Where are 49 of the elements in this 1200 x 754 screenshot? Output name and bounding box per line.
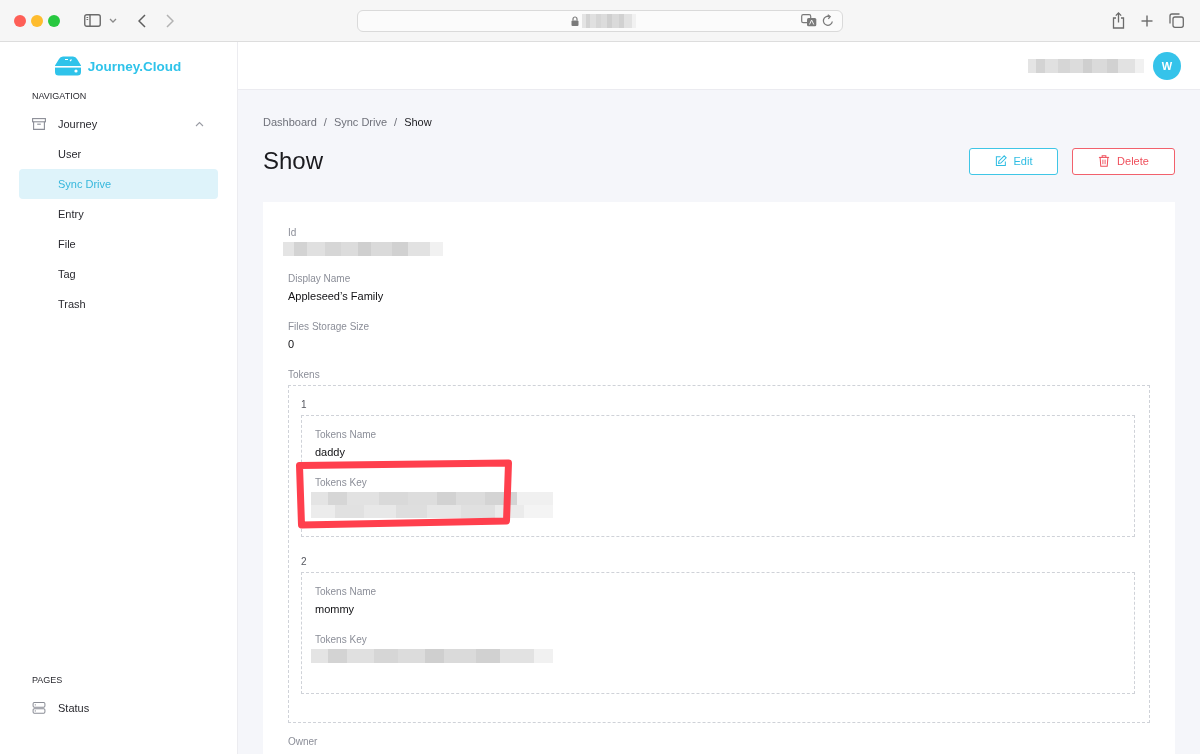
breadcrumb-link[interactable]: Sync Drive (333, 115, 388, 129)
reload-icon[interactable] (822, 14, 834, 27)
nav-subitem[interactable]: Entry (19, 199, 218, 229)
window-zoom-button[interactable] (48, 14, 60, 27)
field-label: Id (288, 226, 298, 240)
logo-text: Journey.Cloud (87, 58, 182, 74)
field-label: Files Storage Size (288, 320, 371, 334)
new-tab-icon[interactable] (1141, 14, 1153, 27)
breadcrumb-separator: / (323, 115, 327, 129)
breadcrumb-separator: / (394, 115, 398, 129)
tab-overview-icon[interactable] (1169, 13, 1184, 28)
field-value: daddy (315, 445, 346, 460)
sidebar-toggle-icon[interactable] (84, 14, 101, 27)
nav-subitem[interactable]: Tag (19, 259, 218, 289)
page-title: Show (263, 147, 324, 175)
nav-subitem[interactable]: File (19, 229, 218, 259)
nav-subitem[interactable]: User (19, 139, 218, 169)
back-icon[interactable] (138, 13, 146, 28)
field-value: mommy (315, 602, 356, 617)
nav-subitem[interactable]: Trash (19, 289, 218, 319)
window-close-button[interactable] (14, 14, 26, 27)
token-index: 2 (301, 555, 308, 569)
delete-button[interactable]: Delete (1072, 147, 1175, 175)
field-label: Tokens (288, 368, 321, 382)
section-heading: PAGES (31, 674, 64, 686)
trash-icon (1098, 155, 1111, 167)
server-icon (32, 702, 46, 714)
field-value: Appleseed’s Family (288, 289, 385, 304)
archive-box-icon (32, 118, 46, 130)
translate-icon[interactable] (801, 14, 817, 27)
redacted-url (582, 13, 636, 28)
field-label: Tokens Name (315, 585, 378, 599)
field-label: Tokens Name (315, 428, 378, 442)
field-label: Display Name (288, 272, 352, 286)
breadcrumb-current: Show (404, 115, 432, 129)
field-label: Owner (288, 735, 319, 749)
pencil-icon (994, 155, 1007, 167)
nav-item[interactable]: Journey (19, 109, 218, 139)
chevron-down-icon[interactable] (109, 18, 117, 23)
field-label: Tokens Key (315, 476, 368, 490)
nav-item[interactable]: Status (19, 693, 218, 723)
lock-icon (571, 15, 579, 26)
section-heading: NAVIGATION (31, 90, 88, 102)
share-icon[interactable] (1112, 12, 1125, 29)
breadcrumb-link[interactable]: Dashboard (263, 115, 317, 129)
field-label: Tokens Key (315, 633, 368, 647)
drive-icon (53, 56, 82, 76)
field-value: 0 (288, 337, 296, 352)
token-index: 1 (301, 398, 308, 412)
